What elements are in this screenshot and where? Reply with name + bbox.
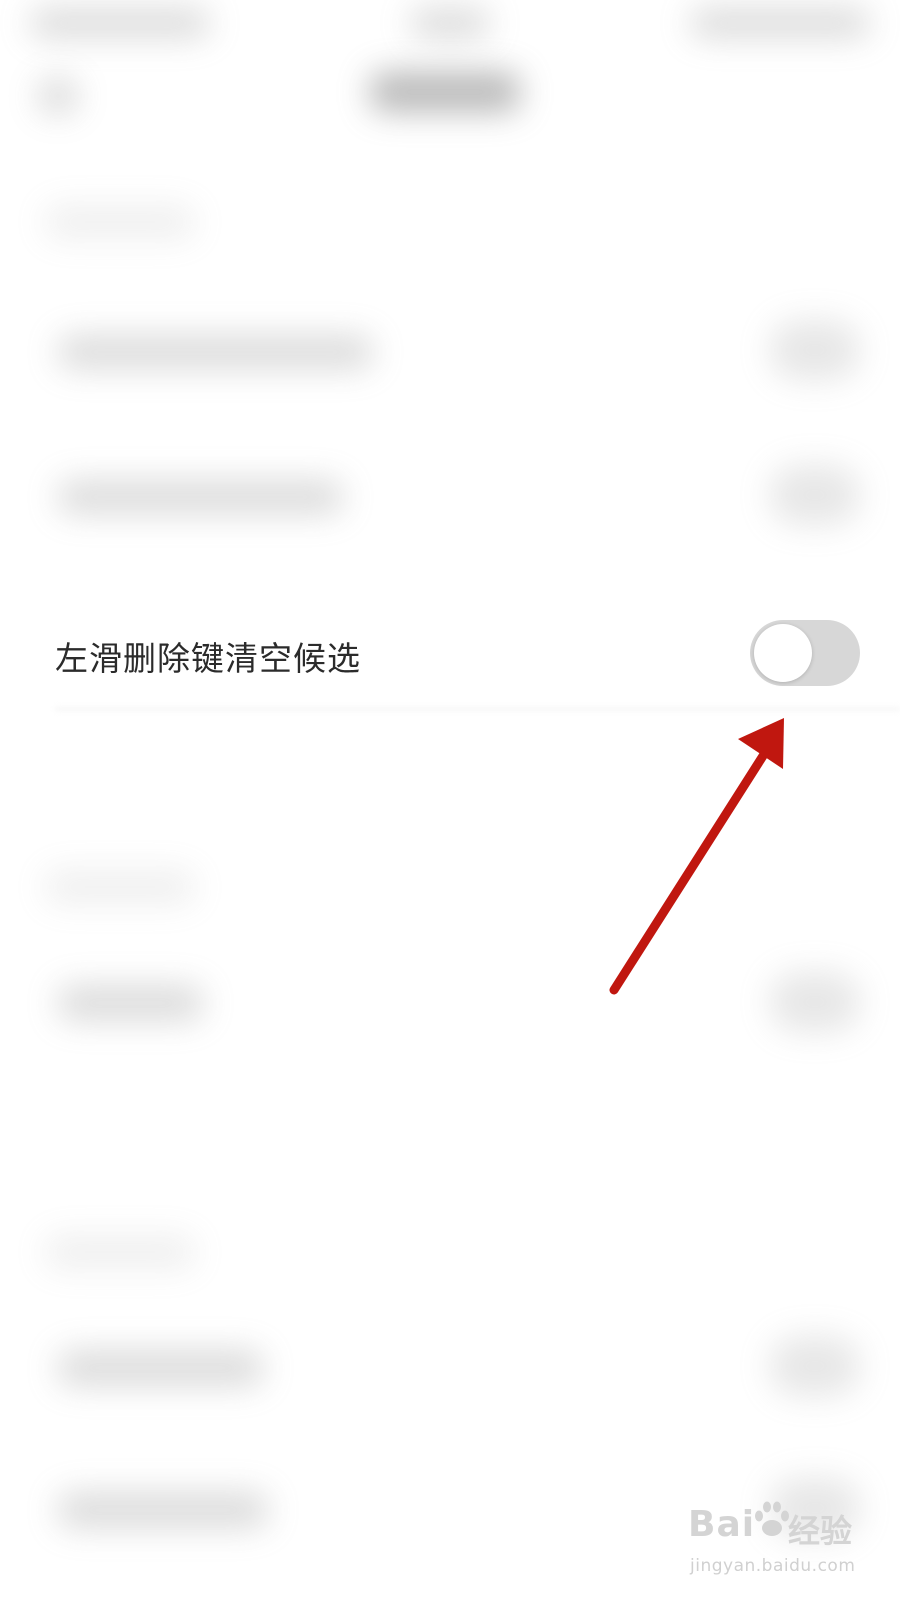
setting-toggle-3[interactable] [770,972,860,1032]
section-header-2 [45,870,195,904]
setting-label-1 [58,335,373,369]
setting-label-2 [58,480,343,514]
baidu-watermark: Bai 经验 jingyan.baidu.com [688,1498,888,1594]
setting-label-3 [58,985,203,1021]
section-header-1 [45,205,195,239]
setting-row-swipe-delete: 左滑删除键清空候选 [0,590,900,720]
watermark-brand: 经验 [788,1512,853,1550]
setting-toggle-4[interactable] [770,1336,860,1396]
toggle-knob [754,624,812,682]
swipe-delete-toggle[interactable] [750,620,860,686]
watermark-logo: Bai [688,1504,756,1545]
section-header-3 [45,1235,195,1269]
page-title [370,72,520,112]
watermark-url: jingyan.baidu.com [690,1556,856,1576]
setting-toggle-1[interactable] [770,320,860,380]
status-bar-left [30,8,210,38]
setting-label-swipe-delete: 左滑删除键清空候选 [55,639,361,678]
setting-toggle-2[interactable] [770,465,860,525]
setting-label-5 [58,1492,268,1528]
setting-label-4 [58,1350,263,1386]
status-bar-right [690,8,870,38]
back-arrow-icon[interactable] [38,78,78,114]
status-bar-time [410,8,490,38]
row-divider [55,708,900,710]
